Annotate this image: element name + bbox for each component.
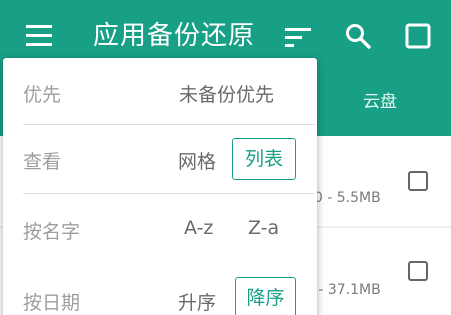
sort-by-name-row: 按名字 A-z Z-a [3, 210, 317, 250]
search-icon[interactable] [344, 22, 372, 50]
menu-icon[interactable] [26, 24, 52, 46]
divider [23, 193, 315, 194]
row-checkbox[interactable] [408, 171, 428, 191]
screen: 应用备份还原 云盘 30 - 5.5MB 7 - 37.1MB 优先 未备份优先… [0, 0, 451, 315]
priority-option-unbacked-first[interactable]: 未备份优先 [179, 80, 274, 107]
view-label: 查看 [23, 151, 62, 173]
view-row: 查看 网格 列表 [3, 138, 317, 182]
sort-options-panel: 优先 未备份优先 查看 网格 列表 按名字 A-z Z-a 按日期 升序 降序 [3, 58, 317, 315]
priority-row: 优先 未备份优先 [3, 76, 317, 110]
sort-by-date-label: 按日期 [23, 292, 81, 314]
select-all-icon[interactable] [404, 22, 432, 50]
divider [23, 124, 315, 125]
priority-label: 优先 [23, 84, 62, 106]
view-option-list[interactable]: 列表 [232, 138, 296, 180]
app-title: 应用备份还原 [93, 21, 256, 51]
view-option-grid[interactable]: 网格 [178, 147, 216, 174]
sort-date-asc-option[interactable]: 升序 [178, 288, 216, 315]
row-checkbox[interactable] [408, 261, 428, 281]
sort-by-name-label: 按名字 [23, 221, 81, 243]
sort-name-asc-option[interactable]: A-z [184, 217, 213, 239]
tab-cloud-disk[interactable]: 云盘 [345, 88, 415, 116]
sort-by-date-row: 按日期 升序 降序 [3, 276, 317, 315]
sort-name-desc-option[interactable]: Z-a [248, 217, 279, 239]
sort-date-desc-option[interactable]: 降序 [235, 277, 296, 315]
sort-icon[interactable] [285, 27, 311, 47]
